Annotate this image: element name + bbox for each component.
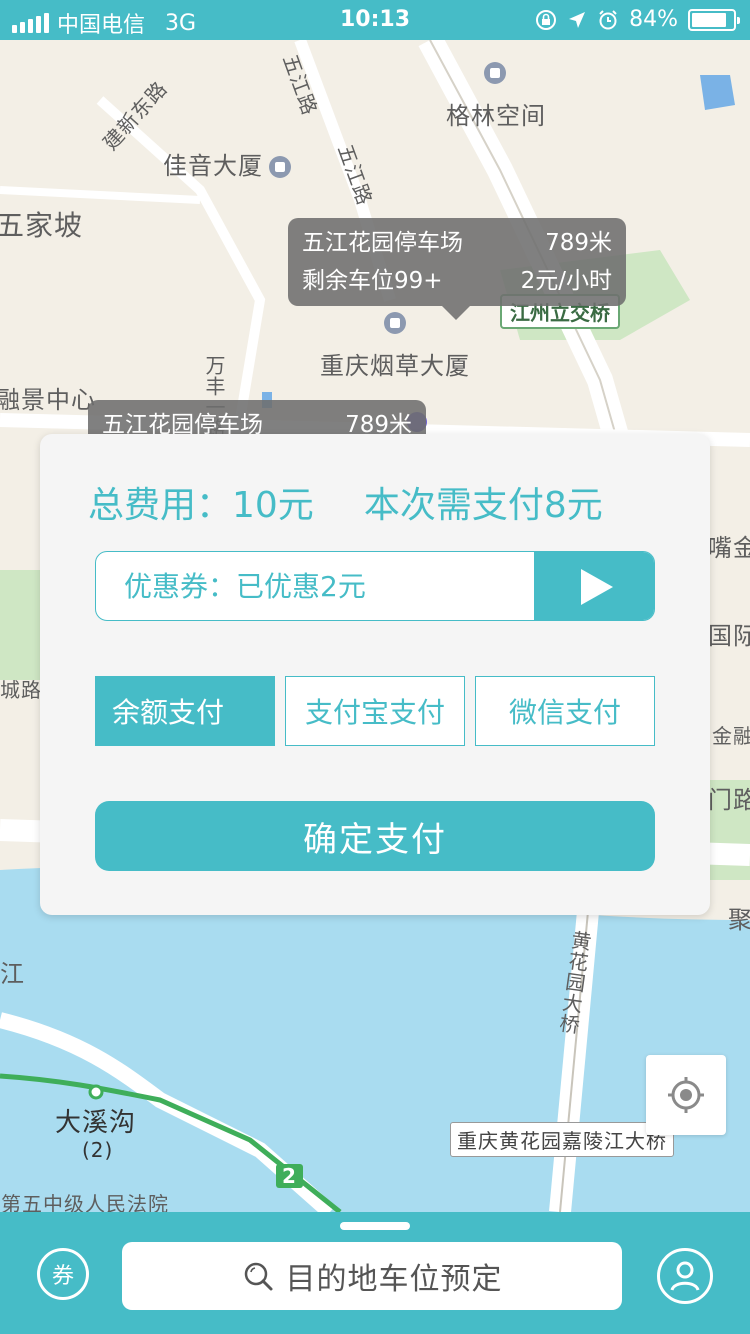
coupon-icon: 券: [51, 1264, 74, 1289]
map-label-daxigou-num: (2): [82, 1138, 114, 1162]
search-icon: [244, 1262, 272, 1291]
map-label-ju: 聚: [728, 906, 750, 934]
parking-bubble-title-row: 五江花园停车场 789米: [302, 224, 612, 262]
location-arrow-icon: [569, 11, 586, 28]
destination-search[interactable]: 目的地车位预定: [122, 1242, 622, 1310]
map-label-jialing-bridge: 重庆黄花园嘉陵江大桥: [450, 1122, 674, 1157]
map-label-menlu: 门路: [708, 786, 750, 814]
method-balance-button[interactable]: 余额支付: [95, 676, 275, 746]
parking-price: 2元/小时: [520, 268, 612, 294]
map-label-court: 市第五中级人民法院: [0, 1192, 169, 1212]
parking-bubble-info-row: 剩余车位99+ 2元/小时: [302, 262, 612, 300]
battery-icon: [688, 8, 740, 31]
bubble-tail: [442, 306, 470, 320]
user-icon: [670, 1261, 700, 1291]
map-label-jiang: 江: [0, 960, 25, 988]
confirm-pay-button[interactable]: 确定支付: [95, 801, 655, 871]
map-label-jin: 金融: [712, 724, 750, 748]
parking-spaces: 剩余车位99+: [302, 268, 443, 294]
payment-summary: 总费用：10元 本次需支付8元: [88, 476, 603, 528]
method-alipay-button[interactable]: 支付宝支付: [285, 676, 465, 746]
map-label-chenglu: 城路: [0, 678, 42, 702]
status-bar: 中国电信 3G 10:13 84%: [0, 0, 750, 40]
search-placeholder: 目的地车位预定: [285, 1262, 503, 1297]
drag-handle[interactable]: [340, 1222, 410, 1230]
pay-amount: 本次需支付8元: [363, 485, 603, 526]
map-label-wujiapo: 五家坡: [0, 209, 84, 242]
map-label-gelin: 格林空间: [446, 62, 546, 131]
locate-button[interactable]: [646, 1055, 726, 1135]
payment-methods: 余额支付 支付宝支付 微信支付: [95, 676, 655, 746]
map-label-tobacco-building: 重庆烟草大厦: [320, 312, 470, 381]
alarm-icon: [599, 9, 617, 29]
map-label-jiayin: 佳音大厦: [163, 146, 291, 181]
map-label-rongjing: 融景中心: [0, 386, 96, 414]
map-label-daxigou: 大溪沟: [55, 1108, 137, 1138]
rotation-lock-icon: [536, 9, 557, 30]
coupon-text: 优惠券：已优惠2元: [124, 570, 366, 603]
crosshair-icon: [668, 1077, 704, 1113]
building-icon: [384, 312, 406, 334]
building-icon: [269, 156, 291, 178]
method-wechat-button[interactable]: 微信支付: [475, 676, 655, 746]
user-profile-button[interactable]: [657, 1248, 713, 1304]
map-label-guoji: 国际: [708, 622, 750, 650]
payment-card: 总费用：10元 本次需支付8元 优惠券：已优惠2元 余额支付 支付宝支付 微信支…: [40, 434, 710, 915]
coupon-selector[interactable]: 优惠券：已优惠2元: [95, 551, 655, 621]
status-right: 84%: [535, 7, 740, 32]
coupon-button[interactable]: 券: [37, 1248, 89, 1300]
bottom-bar: 券 目的地车位预定: [0, 1212, 750, 1334]
parking-name: 五江花园停车场: [302, 230, 463, 256]
total-fee: 总费用：10元: [88, 485, 314, 526]
parking-bubble[interactable]: 五江花园停车场 789米 剩余车位99+ 2元/小时: [288, 218, 626, 320]
play-arrow-icon[interactable]: [534, 552, 654, 620]
metro-line-badge: 2: [276, 1164, 303, 1188]
parking-distance: 789米: [545, 230, 612, 256]
building-icon: [484, 62, 506, 84]
battery-percent: 84%: [629, 7, 678, 32]
map-label-zuijin: 嘴金: [708, 534, 750, 562]
